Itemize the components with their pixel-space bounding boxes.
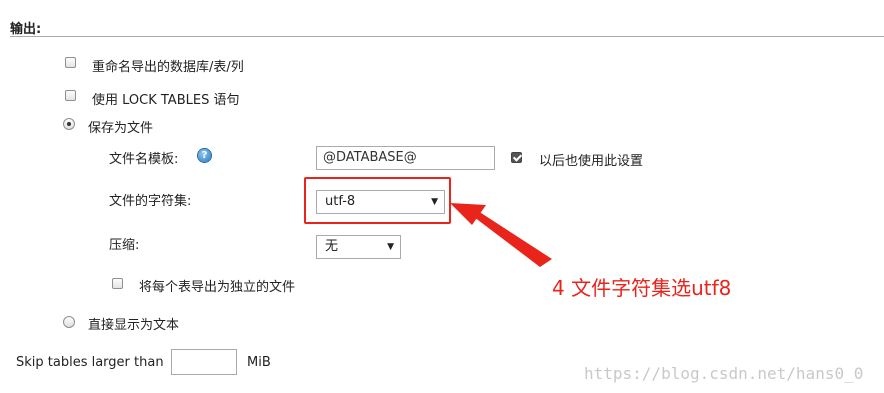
skip-tables-input[interactable] xyxy=(171,349,237,375)
filename-template-input[interactable]: @DATABASE@ xyxy=(316,146,495,170)
annotation-text: 4 文件字符集选utf8 xyxy=(552,276,732,300)
separate-files-checkbox[interactable] xyxy=(112,278,123,289)
compression-label: 压缩: xyxy=(109,238,140,253)
remember-template-label: 以后也使用此设置 xyxy=(539,154,644,169)
arrow-shaft xyxy=(474,211,552,267)
compression-select[interactable]: 无 ▼ xyxy=(316,235,401,259)
charset-label: 文件的字符集: xyxy=(109,194,192,209)
chevron-down-icon: ▼ xyxy=(431,197,438,207)
skip-tables-unit: MiB xyxy=(247,355,271,370)
lock-tables-checkbox[interactable] xyxy=(65,90,76,101)
rename-export-checkbox[interactable] xyxy=(65,57,76,68)
separate-files-label: 将每个表导出为独立的文件 xyxy=(139,280,296,295)
save-as-file-radio[interactable] xyxy=(63,118,75,130)
filename-template-label: 文件名模板: xyxy=(109,152,179,167)
rename-export-label: 重命名导出的数据库/表/列 xyxy=(92,60,244,75)
charset-select[interactable]: utf-8 ▼ xyxy=(316,190,445,214)
charset-select-value: utf-8 xyxy=(325,194,356,209)
show-as-text-radio[interactable] xyxy=(63,316,75,328)
section-title: 输出: xyxy=(10,22,42,37)
annotation-arrow xyxy=(450,203,552,267)
watermark: https://blog.csdn.net/hans0_0 xyxy=(584,364,864,383)
save-as-file-label: 保存为文件 xyxy=(88,121,154,136)
chevron-down-icon: ▼ xyxy=(387,242,394,252)
remember-template-checkbox[interactable] xyxy=(511,152,522,163)
skip-tables-label: Skip tables larger than xyxy=(16,355,164,370)
compression-select-value: 无 xyxy=(325,239,339,254)
question-help-icon[interactable]: ? xyxy=(198,149,211,162)
lock-tables-label: 使用 LOCK TABLES 语句 xyxy=(92,93,240,108)
section-divider xyxy=(10,36,884,37)
show-as-text-label: 直接显示为文本 xyxy=(88,318,180,333)
